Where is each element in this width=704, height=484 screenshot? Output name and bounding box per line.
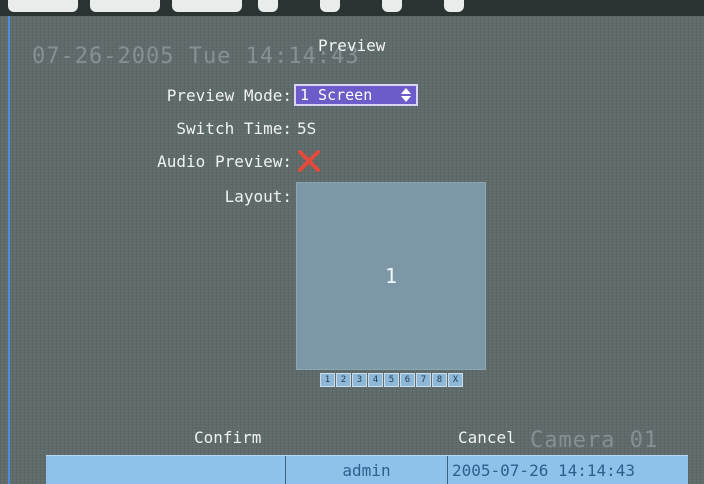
top-strip (0, 0, 704, 16)
layout-cell-number: 1 (384, 264, 398, 288)
channel-button-2[interactable]: 2 (336, 373, 351, 387)
channel-button-3[interactable]: 3 (352, 373, 367, 387)
channel-button-close[interactable]: X (448, 373, 463, 387)
channel-button-8[interactable]: 8 (432, 373, 447, 387)
channel-button-7[interactable]: 7 (416, 373, 431, 387)
status-user: admin (286, 456, 448, 484)
osd-datetime: 07-26-2005 Tue 14:14:43 (32, 44, 360, 69)
x-mark-icon[interactable] (296, 149, 322, 173)
cancel-button[interactable]: Cancel (458, 428, 516, 447)
layout-label: Layout: (224, 187, 292, 206)
status-cell-empty (46, 456, 286, 484)
preview-mode-value: 1 Screen (300, 86, 373, 104)
preview-mode-label: Preview Mode: (166, 86, 292, 105)
switch-time-value[interactable]: 5S (297, 119, 316, 138)
confirm-button[interactable]: Confirm (194, 428, 261, 447)
layout-preview[interactable]: 1 (296, 182, 486, 370)
channel-button-4[interactable]: 4 (368, 373, 383, 387)
status-bar: admin 2005-07-26 14:14:43 (46, 455, 688, 484)
status-datetime: 2005-07-26 14:14:43 (452, 460, 636, 480)
channel-button-1[interactable]: 1 (320, 373, 335, 387)
channel-button-6[interactable]: 6 (400, 373, 415, 387)
switch-time-label: Switch Time: (176, 119, 292, 138)
dialog-title: Preview (318, 36, 386, 55)
osd-camera-name: Camera 01 (530, 428, 659, 453)
channel-buttons: 1 2 3 4 5 6 7 8 X (320, 373, 463, 387)
up-down-arrow-icon (401, 88, 411, 102)
audio-preview-label: Audio Preview: (157, 152, 292, 171)
channel-button-5[interactable]: 5 (384, 373, 399, 387)
preview-mode-select[interactable]: 1 Screen (294, 84, 418, 106)
